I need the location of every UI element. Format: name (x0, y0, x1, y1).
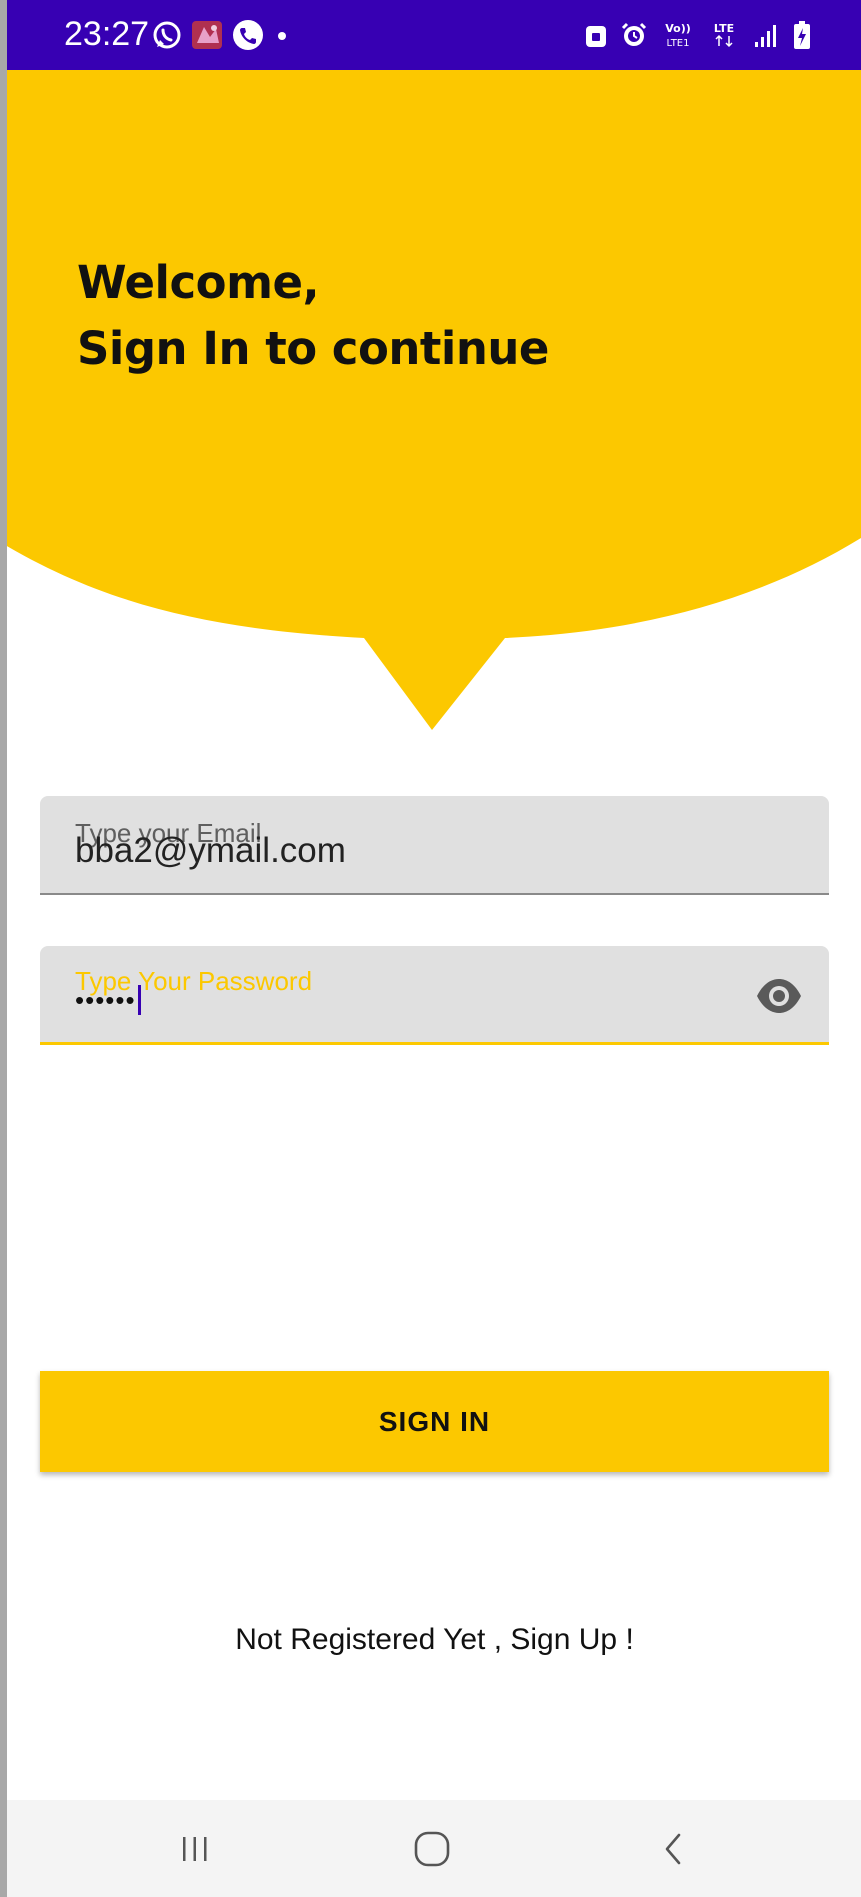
back-button[interactable] (638, 1818, 708, 1880)
signal-icon (755, 25, 776, 47)
recent-apps-icon (183, 1837, 207, 1861)
whatsapp-icon (153, 21, 181, 49)
svg-text:Vo)): Vo)) (665, 22, 691, 35)
home-button[interactable] (397, 1818, 467, 1880)
svg-text:LTE1: LTE1 (667, 38, 690, 49)
notification-icons (152, 18, 292, 52)
email-field[interactable]: Type your Email bba2@ymail.com (40, 796, 829, 895)
battery-icon (794, 21, 810, 49)
password-masked-text: •••••• (75, 985, 136, 1015)
status-time: 23:27 (64, 15, 150, 53)
svg-text:LTE: LTE (714, 22, 734, 35)
lte-icon: LTE (714, 22, 734, 48)
screen-edge (0, 0, 7, 1897)
sign-in-button[interactable]: SIGN IN (40, 1371, 829, 1472)
eye-icon[interactable] (755, 976, 803, 1016)
header-banner (0, 70, 861, 730)
sign-in-screen: 23:27 Vo)) LTE1 LTE Welcome, Sign In to … (0, 0, 861, 1897)
phone-call-icon (233, 20, 263, 50)
text-cursor (137, 985, 141, 1015)
welcome-line1: Welcome, (77, 256, 320, 309)
sign-in-button-label: SIGN IN (378, 1405, 491, 1437)
navigation-bar (0, 1800, 861, 1897)
header-speech-bubble-shape (0, 70, 861, 730)
lock-icon (586, 26, 606, 47)
sign-up-link[interactable]: Not Registered Yet , Sign Up ! (0, 1620, 861, 1660)
home-icon (414, 1831, 450, 1867)
system-status-icons: Vo)) LTE1 LTE (585, 18, 811, 52)
status-bar: 23:27 Vo)) LTE1 LTE (0, 0, 861, 70)
alarm-icon (621, 22, 647, 46)
password-field[interactable]: Type Your Password •••••• (40, 946, 829, 1045)
app-notification-icon (192, 21, 222, 49)
password-value[interactable]: •••••• (75, 984, 141, 1016)
welcome-heading: Welcome, Sign In to continue (77, 250, 549, 382)
back-icon (665, 1833, 681, 1865)
welcome-line2: Sign In to continue (77, 322, 549, 375)
volte-icon: Vo)) LTE1 (665, 22, 691, 49)
recent-apps-button[interactable] (160, 1818, 230, 1880)
email-value[interactable]: bba2@ymail.com (75, 831, 346, 871)
dot-icon (278, 32, 286, 40)
